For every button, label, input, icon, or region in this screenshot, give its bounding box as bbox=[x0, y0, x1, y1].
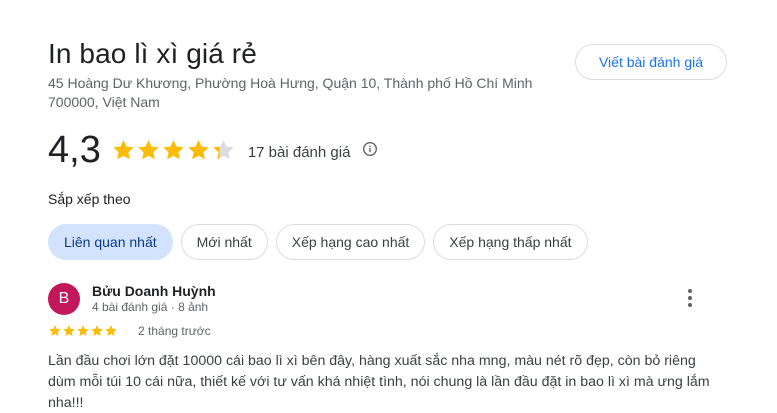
star-icon bbox=[49, 325, 61, 336]
avatar[interactable]: B bbox=[48, 283, 80, 315]
more-options-icon[interactable] bbox=[680, 287, 700, 309]
sort-chip-relevant[interactable]: Liên quan nhất bbox=[48, 224, 173, 260]
star-icon bbox=[163, 139, 184, 159]
star-icon bbox=[113, 139, 134, 159]
business-title: In bao lì xì giá rẻ bbox=[48, 38, 257, 69]
sort-chip-newest[interactable]: Mới nhất bbox=[180, 224, 268, 260]
review-rating: 2 tháng trước bbox=[48, 324, 211, 338]
star-icon bbox=[63, 325, 75, 336]
reviewer-name[interactable]: Bửu Doanh Huỳnh bbox=[92, 283, 216, 299]
sort-chips: Liên quan nhất Mới nhất Xếp hạng cao nhấ… bbox=[48, 224, 588, 260]
star-icon bbox=[91, 325, 103, 336]
review-stars bbox=[48, 324, 118, 338]
sort-label: Sắp xếp theo bbox=[48, 191, 131, 207]
star-icon bbox=[77, 325, 89, 336]
business-address: 45 Hoàng Dư Khương, Phường Hoà Hưng, Quậ… bbox=[48, 75, 533, 110]
star-icon bbox=[188, 139, 209, 159]
reviewer-meta: 4 bài đánh giá · 8 ảnh bbox=[92, 300, 209, 314]
star-icon bbox=[213, 139, 234, 159]
review-text: Lần đầu chơi lớn đặt 10000 cái bao lì xì… bbox=[48, 353, 710, 411]
rating-value: 4,3 bbox=[48, 128, 101, 171]
sort-chip-lowest[interactable]: Xếp hạng thấp nhất bbox=[433, 224, 588, 260]
rating-summary: 4,3 17 bài đánh giá bbox=[48, 128, 378, 172]
review-date: 2 tháng trước bbox=[138, 324, 211, 338]
star-icon bbox=[105, 325, 117, 336]
info-icon[interactable] bbox=[362, 141, 378, 162]
star-icon bbox=[138, 139, 159, 159]
write-review-button[interactable]: Viết bài đánh giá bbox=[575, 44, 727, 80]
sort-chip-highest[interactable]: Xếp hạng cao nhất bbox=[275, 224, 426, 260]
review-count[interactable]: 17 bài đánh giá bbox=[248, 144, 351, 161]
rating-stars bbox=[111, 138, 236, 163]
